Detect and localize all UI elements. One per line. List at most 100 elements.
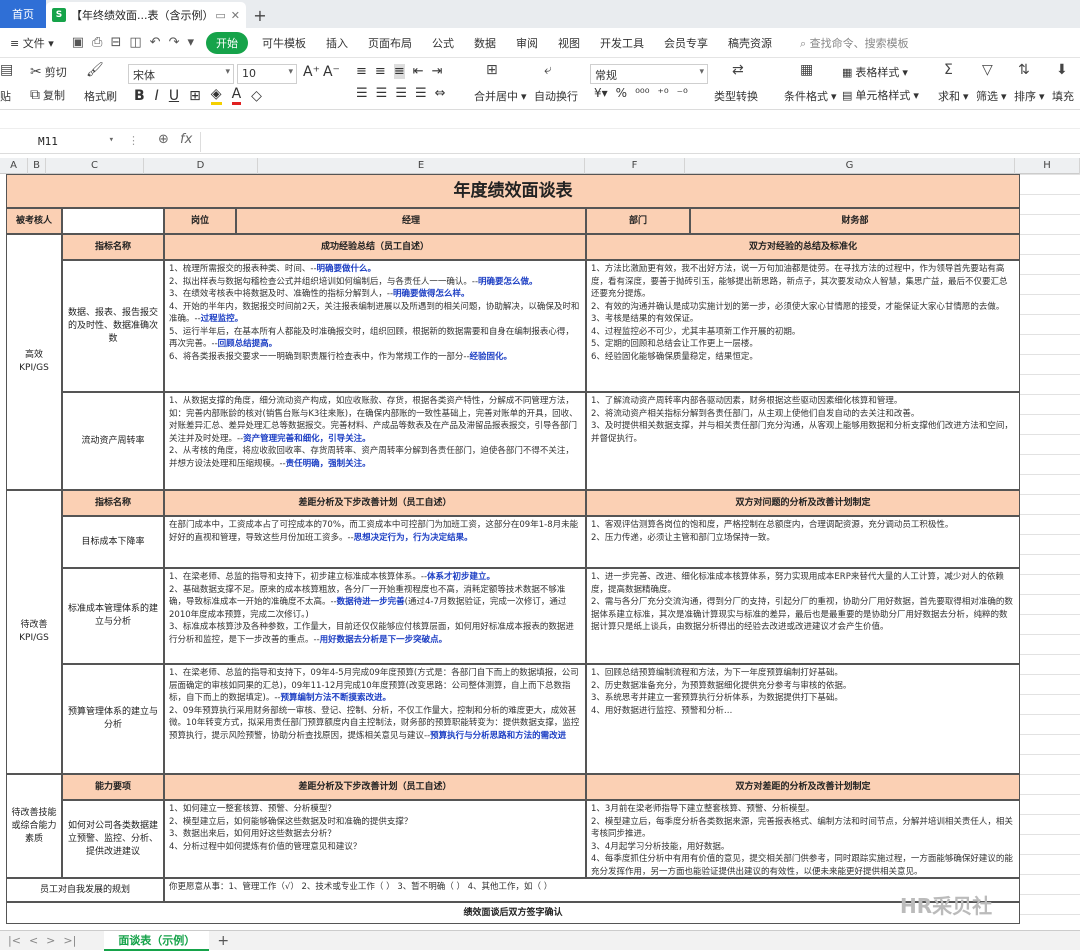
column-header-c[interactable]: C bbox=[46, 158, 144, 174]
sec3-row-joint[interactable]: 1、3月前在梁老师指导下建立整套核算、预警、分析模型。 2、模型建立后，每季度分… bbox=[586, 800, 1020, 878]
column-header-b[interactable]: B bbox=[28, 158, 46, 174]
sec2-indicator-header[interactable]: 指标名称 bbox=[62, 490, 164, 516]
copy-button[interactable]: ⧉ 复制 bbox=[30, 87, 65, 103]
prev-sheet-icon[interactable]: < bbox=[29, 934, 38, 947]
position-value[interactable]: 经理 bbox=[236, 208, 586, 234]
align-middle-icon[interactable]: ≡ bbox=[375, 64, 386, 79]
align-bottom-icon[interactable]: ≡ bbox=[393, 64, 405, 79]
print-icon[interactable]: ⊟ bbox=[110, 35, 121, 50]
align-left-icon[interactable]: ☰ bbox=[356, 86, 368, 101]
fill-button[interactable]: 填充 bbox=[1052, 88, 1074, 104]
confirm-label[interactable]: 绩效面谈后双方签字确认 bbox=[6, 902, 1020, 924]
sec2-self-header[interactable]: 差距分析及下步改善计划（员工自述） bbox=[164, 490, 586, 516]
sec3-self-header[interactable]: 差距分析及下步改善计划（员工自述） bbox=[164, 774, 586, 800]
justify-icon[interactable]: ☰ bbox=[415, 86, 427, 101]
zoom-icon[interactable]: ⊕ bbox=[158, 132, 169, 147]
sec2-row-joint[interactable]: 1、进一步完善、改进、细化标准成本核算体系，努力实现用成本ERP来替代大量的人工… bbox=[586, 568, 1020, 664]
add-sheet-button[interactable]: + bbox=[209, 933, 237, 949]
sec2-group[interactable]: 待改善KPI/GS bbox=[6, 490, 62, 774]
cut-button[interactable]: ✂ 剪切 bbox=[30, 64, 67, 80]
number-format-select[interactable]: 常规 ▾ bbox=[590, 64, 708, 84]
conditional-format-icon[interactable]: ▦ bbox=[800, 62, 813, 78]
sec1-row-self[interactable]: 1、从数据支撑的角度，细分流动资产构成，如应收账款、存货，根据各类资产特性，分解… bbox=[164, 392, 586, 490]
merge-center-button[interactable]: 合并居中 ▾ bbox=[474, 88, 527, 104]
menu-tab-10[interactable]: 稿壳资源 bbox=[718, 35, 782, 51]
filter-button[interactable]: 筛选 ▾ bbox=[976, 88, 1007, 104]
decrease-font-icon[interactable]: A⁻ bbox=[323, 64, 340, 80]
align-center-icon[interactable]: ☰ bbox=[376, 86, 388, 101]
sec2-row-name[interactable]: 标准成本管理体系的建立与分析 bbox=[62, 568, 164, 664]
menu-tab-4[interactable]: 公式 bbox=[422, 35, 464, 51]
menu-tab-0[interactable]: 开始 bbox=[206, 31, 248, 54]
menu-tab-6[interactable]: 审阅 bbox=[506, 35, 548, 51]
menu-tab-8[interactable]: 开发工具 bbox=[590, 35, 654, 51]
close-icon[interactable]: ✕ bbox=[231, 9, 240, 22]
type-convert-button[interactable]: 类型转换 bbox=[714, 88, 758, 104]
sum-button[interactable]: 求和 ▾ bbox=[938, 88, 969, 104]
sec2-joint-header[interactable]: 双方对问题的分析及改善计划制定 bbox=[586, 490, 1020, 516]
sec1-row-self[interactable]: 1、梳理所需报交的报表种类、时间、--明确要做什么。 2、拟出样表与数据勾稽检查… bbox=[164, 260, 586, 392]
increase-font-icon[interactable]: A⁺ bbox=[303, 64, 320, 80]
more-icon[interactable]: ▾ bbox=[187, 35, 194, 50]
sec2-row-name[interactable]: 目标成本下降率 bbox=[62, 516, 164, 568]
fill-icon[interactable]: ⬇ bbox=[1056, 62, 1068, 78]
formula-input[interactable] bbox=[200, 132, 1076, 152]
menu-tab-1[interactable]: 可牛模板 bbox=[252, 35, 316, 51]
conditional-format-button[interactable]: 条件格式 ▾ bbox=[784, 88, 837, 104]
column-header-a[interactable]: A bbox=[0, 158, 28, 174]
column-header-g[interactable]: G bbox=[685, 158, 1015, 174]
sec3-row-name[interactable]: 如何对公司各类数据建立预警、监控、分析、提供改进建议 bbox=[62, 800, 164, 878]
align-top-icon[interactable]: ≡ bbox=[356, 64, 367, 79]
sort-button[interactable]: 排序 ▾ bbox=[1014, 88, 1045, 104]
align-right-icon[interactable]: ☰ bbox=[395, 86, 407, 101]
save-icon[interactable]: ▣ bbox=[72, 35, 84, 50]
sec1-row-joint[interactable]: 1、了解流动资产周转率内部各驱动因素，财务根据这些驱动因素细化核算和管理。 2、… bbox=[586, 392, 1020, 490]
currency-icon[interactable]: ¥▾ bbox=[594, 86, 608, 100]
indent-right-icon[interactable]: ⇥ bbox=[432, 64, 443, 79]
indent-left-icon[interactable]: ⇤ bbox=[413, 64, 424, 79]
sec2-row-self[interactable]: 1、在梁老师、总监的指导和支持下，初步建立标准成本核算体系。--体系才初步建立。… bbox=[164, 568, 586, 664]
percent-icon[interactable]: % bbox=[616, 86, 627, 100]
sec1-row-joint[interactable]: 1、方法比激励更有效，我不出好方法，说一万句加油都是徒劳。在寻找方法的过程中，作… bbox=[586, 260, 1020, 392]
next-sheet-icon[interactable]: > bbox=[46, 934, 55, 947]
sec3-indicator-header[interactable]: 能力要项 bbox=[62, 774, 164, 800]
sec3-group[interactable]: 待改善技能或综合能力素质 bbox=[6, 774, 62, 878]
command-search[interactable]: ⌕ 查找命令、搜索模板 bbox=[790, 35, 919, 51]
menu-tab-7[interactable]: 视图 bbox=[548, 35, 590, 51]
sheet-title[interactable]: 年度绩效面谈表 bbox=[6, 174, 1020, 208]
assessee-value[interactable] bbox=[62, 208, 164, 234]
type-convert-icon[interactable]: ⇄ bbox=[732, 62, 744, 78]
distribute-icon[interactable]: ⇔ bbox=[435, 86, 446, 101]
sec2-row-joint[interactable]: 1、回顾总结预算编制流程和方法，为下一年度预算编制打好基础。 2、历史数据准备充… bbox=[586, 664, 1020, 774]
new-tab-button[interactable]: + bbox=[246, 2, 274, 28]
sec2-row-self[interactable]: 1、在梁老师、总监的指导和支持下，09年4-5月完成09年度预算(方式是：各部门… bbox=[164, 664, 586, 774]
dept-label[interactable]: 部门 bbox=[586, 208, 690, 234]
font-family-select[interactable]: 宋体 ▾ bbox=[128, 64, 234, 84]
merge-icon[interactable]: ⊞ bbox=[486, 62, 498, 78]
sheet-tab-interview[interactable]: 面谈表（示例） bbox=[104, 930, 210, 951]
undo-icon[interactable]: ↶ bbox=[150, 35, 161, 50]
format-painter-button[interactable]: 🖌 bbox=[86, 62, 104, 78]
preview-icon[interactable]: ◫ bbox=[129, 35, 141, 50]
column-header-h[interactable]: H bbox=[1015, 158, 1080, 174]
increase-decimal-icon[interactable]: ⁺⁰ bbox=[658, 86, 669, 100]
table-style-button[interactable]: ▦ 表格样式 ▾ bbox=[842, 64, 908, 80]
sec3-row-self[interactable]: 1、如何建立一整套核算、预警、分析模型？ 2、模型建立后，如何能够确保这些数据及… bbox=[164, 800, 586, 878]
cell-style-button[interactable]: ▤ 单元格样式 ▾ bbox=[842, 87, 919, 103]
home-tab[interactable]: 首页 bbox=[0, 0, 46, 28]
export-icon[interactable]: ⎙ bbox=[92, 35, 102, 50]
menu-tab-3[interactable]: 页面布局 bbox=[358, 35, 422, 51]
sec1-indicator-header[interactable]: 指标名称 bbox=[62, 234, 164, 260]
font-color-icon[interactable]: A bbox=[231, 86, 242, 105]
name-box[interactable]: M11 ▾ bbox=[0, 132, 118, 152]
wrap-icon[interactable]: ⤶ bbox=[544, 62, 552, 78]
sec1-row-name[interactable]: 流动资产周转率 bbox=[62, 392, 164, 490]
file-menu[interactable]: 文件 bbox=[23, 37, 45, 50]
border-icon[interactable]: ⊞ bbox=[189, 88, 201, 104]
paste-button[interactable]: ▤ bbox=[0, 62, 13, 78]
sec1-joint-header[interactable]: 双方对经验的总结及标准化 bbox=[586, 234, 1020, 260]
column-header-d[interactable]: D bbox=[144, 158, 258, 174]
menu-tab-2[interactable]: 插入 bbox=[316, 35, 358, 51]
font-size-select[interactable]: 10 ▾ bbox=[237, 64, 297, 84]
sum-icon[interactable]: Σ bbox=[944, 62, 953, 78]
